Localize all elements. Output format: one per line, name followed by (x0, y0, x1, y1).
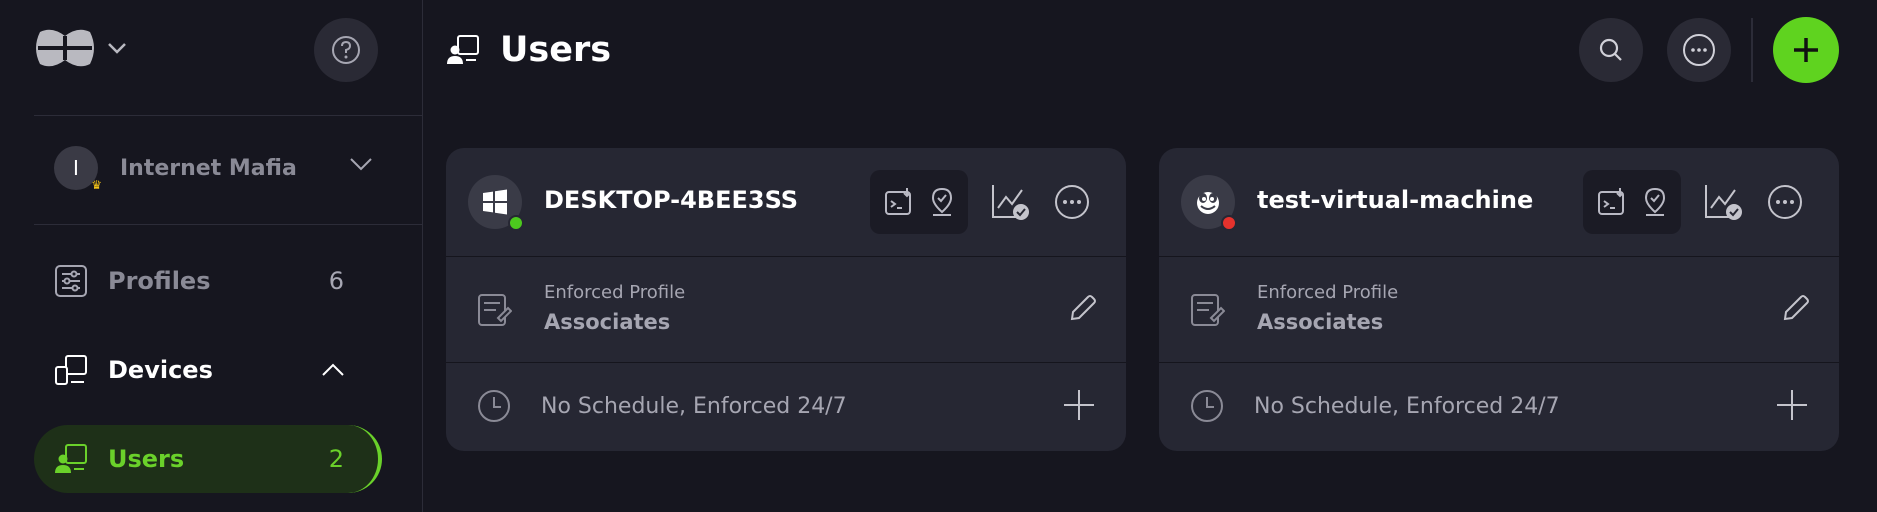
windows-icon (468, 175, 524, 231)
profile-name: Associates (544, 310, 671, 334)
device-tool-group (1583, 170, 1681, 234)
profile-edit-icon (1191, 294, 1225, 326)
search-button[interactable] (1579, 18, 1643, 82)
more-icon (1683, 34, 1715, 66)
help-icon (332, 36, 360, 64)
org-initial: I (73, 156, 79, 180)
schedule-text: No Schedule, Enforced 24/7 (541, 394, 847, 419)
pencil-icon[interactable] (1781, 293, 1811, 323)
organization-selector[interactable]: I ♛ Internet Mafia (34, 132, 374, 204)
terminal-download-icon[interactable] (883, 186, 915, 218)
user-monitor-icon (54, 442, 88, 476)
sidebar-item-users[interactable]: Users 2 (34, 425, 382, 493)
sidebar-item-count: 2 (328, 445, 344, 473)
header-divider (1751, 18, 1753, 82)
org-avatar: I ♛ (54, 146, 102, 192)
sliders-icon (54, 264, 88, 298)
location-check-icon[interactable] (1641, 186, 1669, 218)
sidebar-item-label: Users (108, 445, 185, 473)
location-check-icon[interactable] (928, 186, 956, 218)
device-name: test-virtual-machine (1257, 186, 1534, 214)
device-name: DESKTOP-4BEE3SS (544, 186, 799, 214)
terminal-download-icon[interactable] (1596, 186, 1628, 218)
online-status-indicator (508, 215, 524, 231)
schedule-text: No Schedule, Enforced 24/7 (1254, 394, 1560, 419)
device-card: test-virtual-machine Enforced Profile As… (1159, 148, 1839, 451)
brand-logo-icon (36, 29, 94, 67)
activity-chart-icon[interactable] (990, 182, 1030, 222)
org-name: Internet Mafia (120, 155, 297, 181)
chevron-down-icon (108, 43, 126, 54)
more-icon[interactable] (1052, 182, 1092, 222)
profile-label: Enforced Profile (544, 282, 686, 303)
device-card: DESKTOP-4BEE3SS Enforced Profile Associa… (446, 148, 1126, 451)
page-header: Users (446, 30, 611, 70)
user-monitor-icon (447, 35, 479, 64)
search-icon (1599, 38, 1622, 61)
pencil-icon[interactable] (1068, 293, 1098, 323)
chevron-up-icon (322, 363, 344, 376)
add-schedule-icon[interactable] (1775, 388, 1809, 422)
sidebar: I ♛ Internet Mafia Profiles 6 Devices Us… (0, 0, 423, 512)
activity-chart-icon[interactable] (1703, 182, 1743, 222)
more-options-button[interactable] (1667, 18, 1731, 82)
clock-icon (478, 390, 510, 422)
divider (34, 224, 422, 225)
add-schedule-icon[interactable] (1062, 388, 1096, 422)
app-logo[interactable] (32, 26, 128, 70)
devices-icon (54, 353, 88, 387)
profile-label: Enforced Profile (1257, 282, 1399, 303)
linux-icon (1181, 175, 1237, 231)
profile-name: Associates (1257, 310, 1384, 334)
device-tool-group (870, 170, 968, 234)
page-title: Users (500, 30, 612, 70)
more-icon[interactable] (1765, 182, 1805, 222)
help-button[interactable] (314, 18, 378, 82)
crown-icon: ♛ (91, 178, 102, 192)
divider (34, 115, 422, 116)
sidebar-item-profiles[interactable]: Profiles 6 (34, 247, 378, 315)
chevron-down-icon (350, 158, 372, 171)
sidebar-item-label: Devices (108, 356, 213, 384)
profile-edit-icon (478, 294, 512, 326)
clock-icon (1191, 390, 1223, 422)
sidebar-item-count: 6 (328, 267, 344, 295)
sidebar-item-label: Profiles (108, 267, 211, 295)
sidebar-item-devices[interactable]: Devices (34, 336, 378, 404)
plus-icon (1794, 38, 1818, 62)
add-user-button[interactable] (1773, 17, 1839, 83)
offline-status-indicator (1221, 215, 1237, 231)
